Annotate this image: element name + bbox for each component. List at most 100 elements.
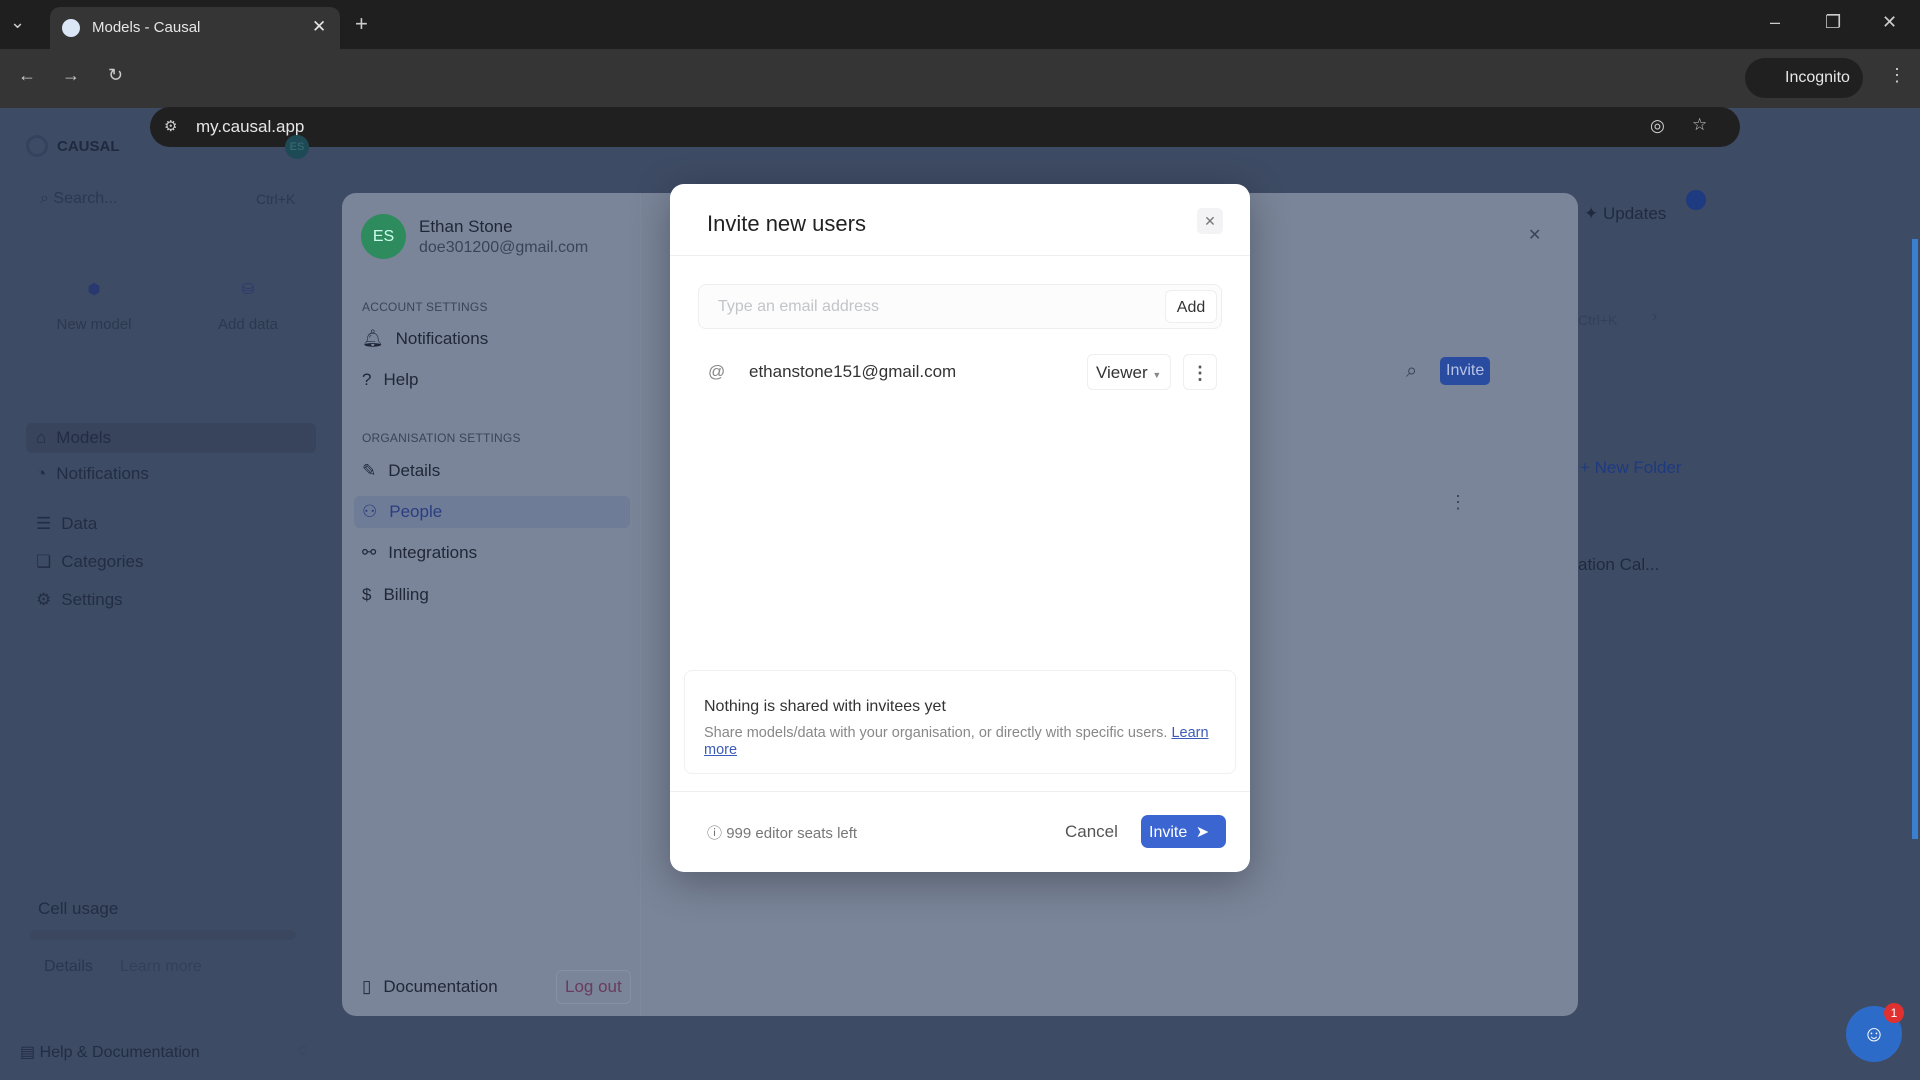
chat-badge: 1: [1884, 1003, 1904, 1023]
search-input[interactable]: ⌕ Search... Ctrl+K: [40, 190, 300, 214]
forward-icon[interactable]: →: [62, 65, 80, 86]
eye-off-icon[interactable]: ◎: [1650, 116, 1665, 136]
card-label: Add data: [217, 316, 279, 333]
modal-title: Invite new users: [707, 211, 866, 236]
new-model-card[interactable]: ⬢ New model: [28, 258, 160, 358]
cell-usage-label: Cell usage: [38, 899, 119, 918]
email-input[interactable]: Type an email address Add: [698, 284, 1222, 329]
address-bar[interactable]: ⚙ my.causal.app ◎ ☆: [150, 107, 1740, 147]
sidebar-item-label: Data: [61, 514, 98, 533]
browser-tab[interactable]: Models - Causal ✕: [50, 7, 340, 49]
integrations-icon: ⚯: [362, 543, 377, 562]
settings-item-details[interactable]: ✎ Details: [362, 461, 440, 481]
seats-info: ⓘ 999 editor seats left: [707, 822, 857, 843]
minimize-button[interactable]: –: [1770, 12, 1780, 33]
reload-icon[interactable]: ↻: [108, 65, 123, 86]
incognito-badge[interactable]: Incognito: [1745, 58, 1863, 98]
chevron-right-icon[interactable]: ›: [1652, 308, 1657, 326]
model-card-title[interactable]: ation Cal...: [1578, 555, 1659, 575]
home-icon: ⌂: [36, 428, 47, 447]
bell-icon: ◔: [36, 464, 47, 483]
info-description: Share models/data with your organisation…: [704, 725, 1168, 741]
sidebar-item-label: Models: [56, 428, 112, 447]
updates-button[interactable]: ✦ Updates: [1584, 204, 1666, 224]
invite-button-background[interactable]: Invite: [1440, 357, 1491, 385]
info-text: Share models/data with your organisation…: [704, 725, 1214, 759]
database-icon: ⛁: [241, 281, 255, 298]
more-options-icon[interactable]: ⋮: [1449, 492, 1467, 513]
item-label: People: [389, 502, 443, 521]
dollar-icon: $: [362, 585, 372, 604]
site-info-icon[interactable]: ⚙: [164, 117, 177, 135]
info-box: Nothing is shared with invitees yet Shar…: [684, 670, 1236, 774]
help-label: Help & Documentation: [39, 1044, 200, 1061]
causal-logo-icon: [26, 135, 48, 157]
learn-more-link[interactable]: Learn more: [120, 958, 202, 976]
help-documentation-link[interactable]: ▤ Help & Documentation: [20, 1042, 200, 1062]
invite-label: Invite: [1149, 824, 1188, 841]
menu-icon[interactable]: ⋮: [1888, 65, 1906, 86]
new-tab-button[interactable]: +: [355, 11, 368, 37]
browser-tab-bar: ⌄ Models - Causal ✕ + – ❐ ✕: [0, 0, 1920, 49]
item-label: Help: [383, 370, 419, 389]
tab-search-button[interactable]: ⌄: [10, 12, 25, 33]
role-value: Viewer: [1096, 363, 1148, 382]
settings-item-help[interactable]: ? Help: [362, 370, 418, 390]
item-label: Integrations: [388, 543, 478, 562]
caret-down-icon: ▼: [1152, 370, 1162, 380]
new-folder-label: New Folder: [1594, 458, 1682, 477]
chat-search-icon[interactable]: ◌: [298, 1042, 308, 1060]
logo: CAUSAL: [57, 138, 120, 155]
settings-item-integrations[interactable]: ⚯ Integrations: [362, 543, 477, 563]
info-icon: ⓘ: [707, 825, 723, 842]
footer-divider: [670, 791, 1250, 792]
cancel-button[interactable]: Cancel: [1065, 822, 1118, 842]
invite-users-modal: Invite new users ✕ Type an email address…: [670, 184, 1250, 872]
restore-button[interactable]: ❐: [1825, 12, 1841, 33]
sidebar-item-notifications[interactable]: ◔ Notifications: [36, 464, 149, 484]
book-icon: ▤: [20, 1044, 36, 1061]
search-placeholder: Search...: [53, 190, 118, 207]
add-button[interactable]: Add: [1165, 290, 1217, 323]
chat-icon: ☺: [1862, 1021, 1886, 1046]
account-settings-heading: ACCOUNT SETTINGS: [362, 300, 488, 314]
close-modal-button[interactable]: ✕: [1197, 208, 1223, 234]
settings-item-people[interactable]: ⚇ People: [362, 502, 442, 522]
details-link[interactable]: Details: [44, 958, 93, 976]
help-icon: ?: [362, 370, 372, 389]
item-label: Notifications: [395, 329, 489, 348]
address-bar-row: ← → ↻ ⚙ my.causal.app ◎ ☆ Incognito ⋮: [0, 49, 1920, 147]
role-dropdown[interactable]: Viewer ▼: [1087, 354, 1171, 390]
updates-label: Updates: [1602, 204, 1667, 223]
seats-text: 999 editor seats left: [726, 825, 858, 842]
close-window-button[interactable]: ✕: [1882, 12, 1897, 33]
settings-item-notifications[interactable]: 🔔︎ Notifications: [362, 329, 488, 349]
invitee-options-button[interactable]: ⋮: [1183, 354, 1217, 390]
sidebar-item-models[interactable]: ⌂ Models: [36, 428, 111, 448]
avatar[interactable]: ES: [285, 135, 309, 159]
scrollbar[interactable]: [1912, 239, 1918, 839]
book-icon: ▯: [362, 977, 372, 996]
shortcut-hint: Ctrl+K: [1578, 312, 1618, 328]
settings-item-billing[interactable]: $ Billing: [362, 585, 429, 605]
logout-button[interactable]: Log out: [556, 970, 631, 1004]
categories-icon: ❏: [36, 552, 52, 571]
gear-icon: ⚙: [36, 590, 52, 609]
bookmark-star-icon[interactable]: ☆: [1692, 115, 1707, 135]
back-icon[interactable]: ←: [18, 65, 36, 86]
close-settings-icon[interactable]: ✕: [1528, 225, 1541, 245]
new-folder-button[interactable]: + New Folder: [1580, 458, 1682, 478]
search-icon[interactable]: ⌕: [1406, 360, 1417, 383]
sidebar-item-data[interactable]: ☰ Data: [36, 514, 97, 534]
sidebar-item-label: Settings: [61, 590, 123, 609]
user-avatar: ES: [361, 214, 406, 259]
sidebar-item-settings[interactable]: ⚙ Settings: [36, 590, 123, 610]
close-tab-icon[interactable]: ✕: [312, 17, 326, 37]
sidebar-item-categories[interactable]: ❏ Categories: [36, 552, 143, 572]
invite-button[interactable]: Invite ➤: [1141, 815, 1226, 848]
people-icon: ⚇: [362, 502, 378, 521]
header-divider: [670, 255, 1250, 256]
add-data-card[interactable]: ⛁ Add data: [182, 258, 314, 358]
documentation-link[interactable]: ▯ Documentation: [362, 977, 498, 997]
item-label: Billing: [383, 585, 429, 604]
